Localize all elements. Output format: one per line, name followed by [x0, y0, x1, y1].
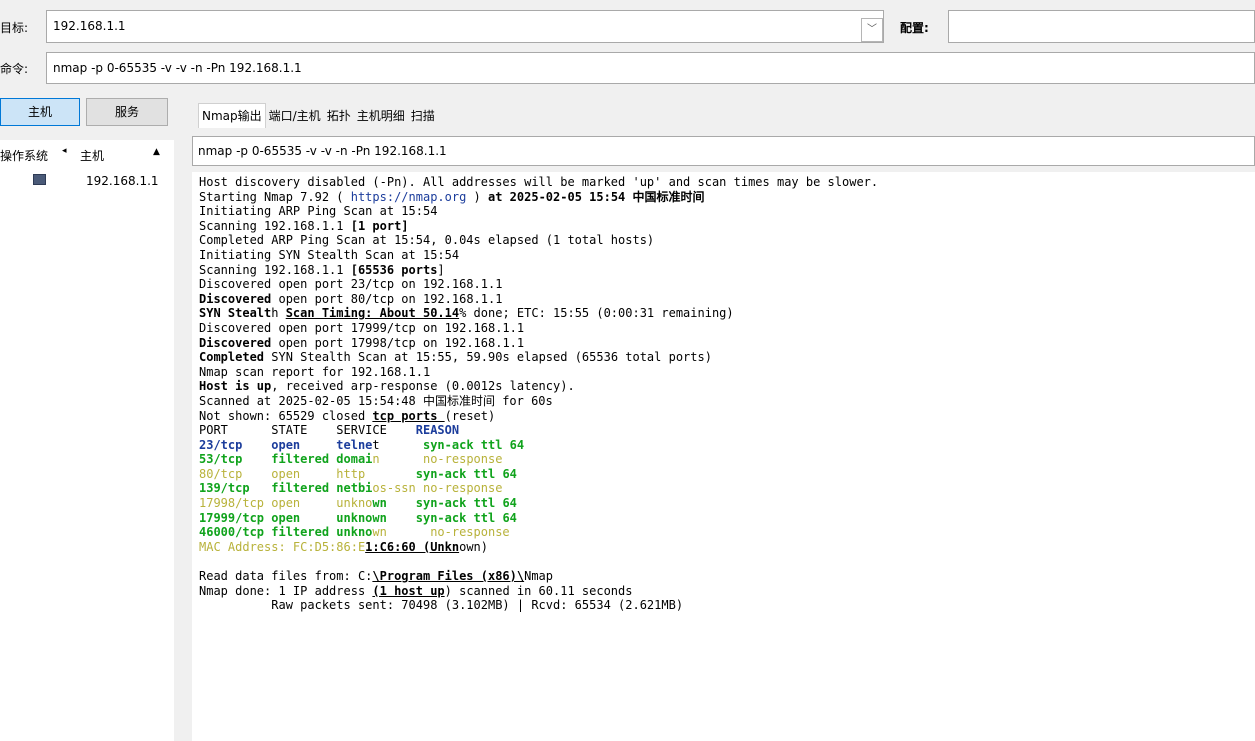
host-address: 192.168.1.1 — [86, 174, 159, 188]
tab-host-details[interactable]: 主机明细 — [354, 104, 408, 128]
host-list-header: 操作系统 ◂ 主机 ▲ — [0, 140, 174, 168]
host-list-panel: 操作系统 ◂ 主机 ▲ 192.168.1.1 — [0, 140, 174, 741]
target-label: 目标: — [0, 21, 29, 35]
target-dropdown-button[interactable]: ﹀ — [861, 18, 883, 42]
tab-topology[interactable]: 拓扑 — [324, 104, 354, 128]
profile-label: 配置: — [900, 21, 929, 35]
command-label: 命令: — [0, 62, 29, 76]
result-tabs: Nmap输出 端口/主机 拓扑 主机明细 扫描 — [198, 103, 438, 128]
nmap-output-text: Host discovery disabled (-Pn). All addre… — [199, 175, 879, 613]
scan-select[interactable]: nmap -p 0-65535 -v -v -n -Pn 192.168.1.1 — [192, 136, 1255, 166]
column-separator-arrow-icon: ◂ — [62, 146, 67, 156]
os-unknown-icon — [33, 174, 46, 185]
host-row[interactable]: 192.168.1.1 — [0, 170, 174, 192]
tab-ports-hosts[interactable]: 端口/主机 — [266, 104, 324, 128]
command-value: nmap -p 0-65535 -v -v -n -Pn 192.168.1.1 — [53, 61, 302, 75]
services-view-button[interactable]: 服务 — [86, 98, 168, 126]
target-value: 192.168.1.1 — [53, 19, 126, 33]
host-column-header[interactable]: 主机 — [80, 147, 104, 164]
nmap-output-pane[interactable]: Host discovery disabled (-Pn). All addre… — [192, 172, 1255, 741]
hosts-view-button[interactable]: 主机 — [0, 98, 80, 126]
sort-ascending-icon: ▲ — [153, 147, 160, 157]
command-input[interactable]: nmap -p 0-65535 -v -v -n -Pn 192.168.1.1 — [46, 52, 1255, 84]
chevron-down-icon: ﹀ — [867, 24, 877, 35]
tab-scans[interactable]: 扫描 — [408, 104, 438, 128]
scan-select-value: nmap -p 0-65535 -v -v -n -Pn 192.168.1.1 — [198, 144, 447, 158]
os-column-header[interactable]: 操作系统 — [0, 147, 48, 164]
tab-nmap-output[interactable]: Nmap输出 — [198, 103, 266, 128]
profile-input[interactable] — [948, 10, 1255, 43]
target-input[interactable]: 192.168.1.1 — [46, 10, 884, 43]
